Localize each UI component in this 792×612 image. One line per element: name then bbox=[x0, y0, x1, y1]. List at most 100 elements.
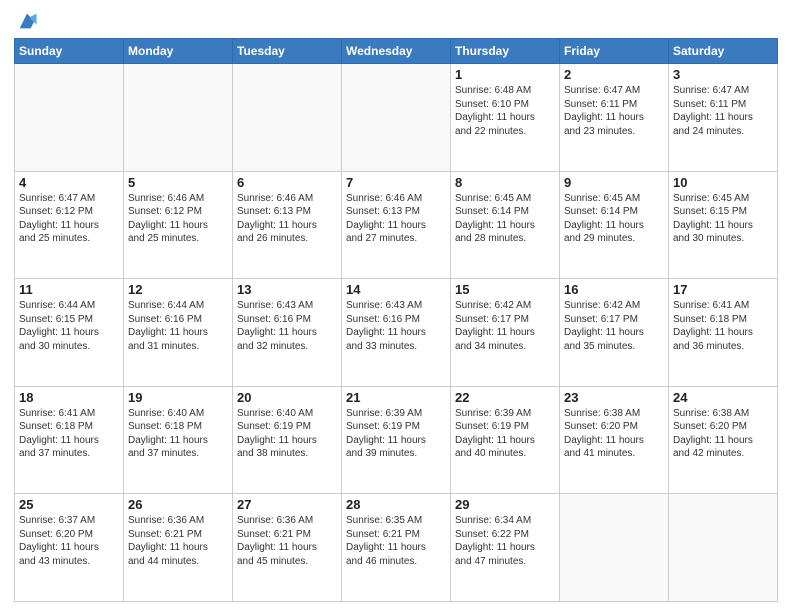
day-header-thursday: Thursday bbox=[451, 39, 560, 64]
day-info: Sunrise: 6:39 AMSunset: 6:19 PMDaylight:… bbox=[346, 407, 446, 461]
calendar-week-row: 25 Sunrise: 6:37 AMSunset: 6:20 PMDayligh… bbox=[15, 494, 778, 602]
day-number: 26 bbox=[128, 497, 228, 512]
day-number: 11 bbox=[19, 282, 119, 297]
calendar-cell: 24 Sunrise: 6:38 AMSunset: 6:20 PMDayligh… bbox=[669, 386, 778, 494]
calendar-cell: 15 Sunrise: 6:42 AMSunset: 6:17 PMDayligh… bbox=[451, 279, 560, 387]
calendar-cell: 3 Sunrise: 6:47 AMSunset: 6:11 PMDaylight… bbox=[669, 64, 778, 172]
day-number: 10 bbox=[673, 175, 773, 190]
day-number: 24 bbox=[673, 390, 773, 405]
day-number: 2 bbox=[564, 67, 664, 82]
day-number: 21 bbox=[346, 390, 446, 405]
calendar-week-row: 11 Sunrise: 6:44 AMSunset: 6:15 PMDayligh… bbox=[15, 279, 778, 387]
page: SundayMondayTuesdayWednesdayThursdayFrid… bbox=[0, 0, 792, 612]
calendar-week-row: 18 Sunrise: 6:41 AMSunset: 6:18 PMDayligh… bbox=[15, 386, 778, 494]
day-number: 22 bbox=[455, 390, 555, 405]
calendar-cell: 20 Sunrise: 6:40 AMSunset: 6:19 PMDayligh… bbox=[233, 386, 342, 494]
day-number: 15 bbox=[455, 282, 555, 297]
day-info: Sunrise: 6:46 AMSunset: 6:13 PMDaylight:… bbox=[237, 192, 337, 246]
day-number: 8 bbox=[455, 175, 555, 190]
calendar-table: SundayMondayTuesdayWednesdayThursdayFrid… bbox=[14, 38, 778, 602]
day-info: Sunrise: 6:47 AMSunset: 6:11 PMDaylight:… bbox=[564, 84, 664, 138]
day-info: Sunrise: 6:40 AMSunset: 6:18 PMDaylight:… bbox=[128, 407, 228, 461]
calendar-cell: 29 Sunrise: 6:34 AMSunset: 6:22 PMDayligh… bbox=[451, 494, 560, 602]
day-header-sunday: Sunday bbox=[15, 39, 124, 64]
calendar-header-row: SundayMondayTuesdayWednesdayThursdayFrid… bbox=[15, 39, 778, 64]
day-number: 17 bbox=[673, 282, 773, 297]
logo bbox=[14, 10, 38, 32]
calendar-cell: 17 Sunrise: 6:41 AMSunset: 6:18 PMDayligh… bbox=[669, 279, 778, 387]
calendar-cell bbox=[560, 494, 669, 602]
calendar-cell: 27 Sunrise: 6:36 AMSunset: 6:21 PMDayligh… bbox=[233, 494, 342, 602]
calendar-cell bbox=[124, 64, 233, 172]
calendar-cell bbox=[233, 64, 342, 172]
day-info: Sunrise: 6:44 AMSunset: 6:16 PMDaylight:… bbox=[128, 299, 228, 353]
day-number: 25 bbox=[19, 497, 119, 512]
day-info: Sunrise: 6:37 AMSunset: 6:20 PMDaylight:… bbox=[19, 514, 119, 568]
calendar-cell: 21 Sunrise: 6:39 AMSunset: 6:19 PMDayligh… bbox=[342, 386, 451, 494]
day-info: Sunrise: 6:38 AMSunset: 6:20 PMDaylight:… bbox=[673, 407, 773, 461]
day-info: Sunrise: 6:44 AMSunset: 6:15 PMDaylight:… bbox=[19, 299, 119, 353]
day-info: Sunrise: 6:48 AMSunset: 6:10 PMDaylight:… bbox=[455, 84, 555, 138]
day-number: 16 bbox=[564, 282, 664, 297]
day-info: Sunrise: 6:47 AMSunset: 6:11 PMDaylight:… bbox=[673, 84, 773, 138]
day-number: 4 bbox=[19, 175, 119, 190]
calendar-cell: 9 Sunrise: 6:45 AMSunset: 6:14 PMDaylight… bbox=[560, 171, 669, 279]
day-info: Sunrise: 6:41 AMSunset: 6:18 PMDaylight:… bbox=[19, 407, 119, 461]
calendar-cell: 5Sunrise: 6:46 AMSunset: 6:12 PMDaylight… bbox=[124, 171, 233, 279]
calendar-cell: 6 Sunrise: 6:46 AMSunset: 6:13 PMDaylight… bbox=[233, 171, 342, 279]
day-info: Sunrise: 6:42 AMSunset: 6:17 PMDaylight:… bbox=[564, 299, 664, 353]
day-info: Sunrise: 6:46 AMSunset: 6:13 PMDaylight:… bbox=[346, 192, 446, 246]
calendar-cell: 8 Sunrise: 6:45 AMSunset: 6:14 PMDaylight… bbox=[451, 171, 560, 279]
calendar-cell: 12 Sunrise: 6:44 AMSunset: 6:16 PMDayligh… bbox=[124, 279, 233, 387]
day-number: 14 bbox=[346, 282, 446, 297]
day-info: Sunrise: 6:38 AMSunset: 6:20 PMDaylight:… bbox=[564, 407, 664, 461]
day-info: Sunrise: 6:39 AMSunset: 6:19 PMDaylight:… bbox=[455, 407, 555, 461]
day-number: 27 bbox=[237, 497, 337, 512]
day-header-monday: Monday bbox=[124, 39, 233, 64]
day-number: 3 bbox=[673, 67, 773, 82]
calendar-cell: 18 Sunrise: 6:41 AMSunset: 6:18 PMDayligh… bbox=[15, 386, 124, 494]
day-number: 7 bbox=[346, 175, 446, 190]
calendar-cell: 13 Sunrise: 6:43 AMSunset: 6:16 PMDayligh… bbox=[233, 279, 342, 387]
day-number: 9 bbox=[564, 175, 664, 190]
day-number: 29 bbox=[455, 497, 555, 512]
day-info: Sunrise: 6:40 AMSunset: 6:19 PMDaylight:… bbox=[237, 407, 337, 461]
day-info: Sunrise: 6:35 AMSunset: 6:21 PMDaylight:… bbox=[346, 514, 446, 568]
day-info: Sunrise: 6:45 AMSunset: 6:14 PMDaylight:… bbox=[455, 192, 555, 246]
header bbox=[14, 10, 778, 32]
calendar-cell: 28Sunrise: 6:35 AMSunset: 6:21 PMDayligh… bbox=[342, 494, 451, 602]
day-info: Sunrise: 6:43 AMSunset: 6:16 PMDaylight:… bbox=[346, 299, 446, 353]
day-header-friday: Friday bbox=[560, 39, 669, 64]
calendar-week-row: 4 Sunrise: 6:47 AMSunset: 6:12 PMDaylight… bbox=[15, 171, 778, 279]
calendar-cell: 1 Sunrise: 6:48 AMSunset: 6:10 PMDaylight… bbox=[451, 64, 560, 172]
day-info: Sunrise: 6:45 AMSunset: 6:14 PMDaylight:… bbox=[564, 192, 664, 246]
logo-icon bbox=[16, 10, 38, 32]
calendar-cell: 19Sunrise: 6:40 AMSunset: 6:18 PMDayligh… bbox=[124, 386, 233, 494]
day-header-tuesday: Tuesday bbox=[233, 39, 342, 64]
day-info: Sunrise: 6:47 AMSunset: 6:12 PMDaylight:… bbox=[19, 192, 119, 246]
day-number: 20 bbox=[237, 390, 337, 405]
calendar-cell bbox=[342, 64, 451, 172]
day-info: Sunrise: 6:42 AMSunset: 6:17 PMDaylight:… bbox=[455, 299, 555, 353]
day-number: 12 bbox=[128, 282, 228, 297]
calendar-cell bbox=[15, 64, 124, 172]
day-number: 1 bbox=[455, 67, 555, 82]
day-number: 18 bbox=[19, 390, 119, 405]
calendar-cell: 4 Sunrise: 6:47 AMSunset: 6:12 PMDaylight… bbox=[15, 171, 124, 279]
day-number: 6 bbox=[237, 175, 337, 190]
day-info: Sunrise: 6:36 AMSunset: 6:21 PMDaylight:… bbox=[237, 514, 337, 568]
day-info: Sunrise: 6:41 AMSunset: 6:18 PMDaylight:… bbox=[673, 299, 773, 353]
day-number: 5 bbox=[128, 175, 228, 190]
day-info: Sunrise: 6:45 AMSunset: 6:15 PMDaylight:… bbox=[673, 192, 773, 246]
day-header-saturday: Saturday bbox=[669, 39, 778, 64]
calendar-cell: 10 Sunrise: 6:45 AMSunset: 6:15 PMDayligh… bbox=[669, 171, 778, 279]
day-number: 13 bbox=[237, 282, 337, 297]
calendar-cell: 22 Sunrise: 6:39 AMSunset: 6:19 PMDayligh… bbox=[451, 386, 560, 494]
day-header-wednesday: Wednesday bbox=[342, 39, 451, 64]
calendar-cell: 16 Sunrise: 6:42 AMSunset: 6:17 PMDayligh… bbox=[560, 279, 669, 387]
calendar-cell: 25 Sunrise: 6:37 AMSunset: 6:20 PMDayligh… bbox=[15, 494, 124, 602]
day-info: Sunrise: 6:34 AMSunset: 6:22 PMDaylight:… bbox=[455, 514, 555, 568]
calendar-cell: 26Sunrise: 6:36 AMSunset: 6:21 PMDayligh… bbox=[124, 494, 233, 602]
calendar-week-row: 1 Sunrise: 6:48 AMSunset: 6:10 PMDaylight… bbox=[15, 64, 778, 172]
day-info: Sunrise: 6:43 AMSunset: 6:16 PMDaylight:… bbox=[237, 299, 337, 353]
